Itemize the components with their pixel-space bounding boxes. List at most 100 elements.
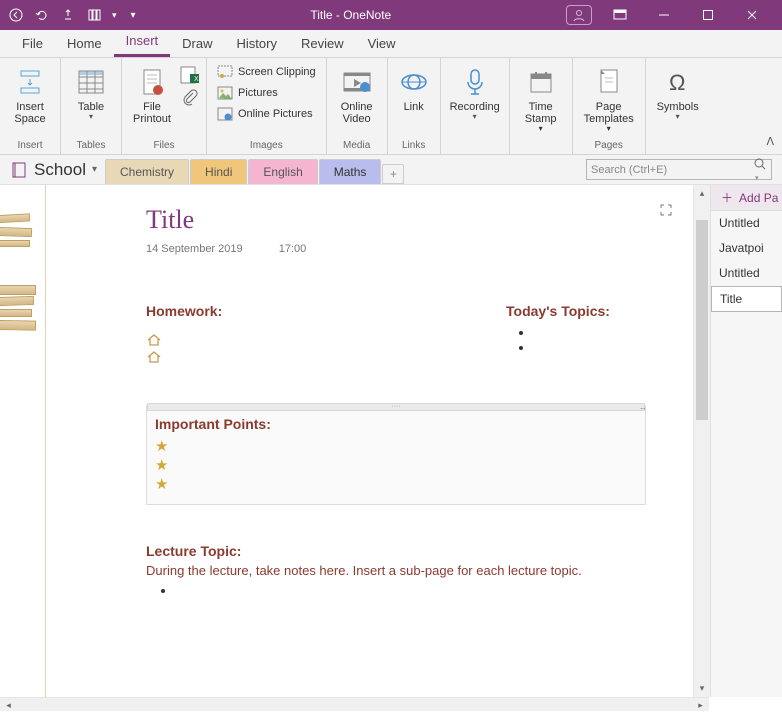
undo-icon[interactable] (34, 7, 50, 23)
container-resize-icon[interactable]: ↔ (639, 403, 647, 412)
section-hindi[interactable]: Hindi (190, 159, 247, 184)
house-icon (146, 333, 162, 347)
section-maths[interactable]: Maths (319, 159, 382, 184)
notebook-selector[interactable]: School ▾ (10, 160, 97, 180)
section-tabs: Chemistry Hindi English Maths + (105, 155, 404, 184)
group-pages-label: Pages (594, 138, 622, 154)
maximize-icon[interactable] (686, 0, 730, 30)
page-templates-icon (593, 66, 625, 98)
group-links-label: Links (402, 138, 425, 154)
time-stamp-button[interactable]: Time Stamp▾ (516, 62, 566, 134)
scroll-down-icon[interactable]: ▾ (694, 680, 710, 697)
page-margin (0, 185, 46, 697)
group-recording-label (473, 138, 476, 154)
collapse-ribbon-icon[interactable]: ᐱ (766, 135, 774, 148)
file-printout-button[interactable]: File Printout (128, 62, 176, 125)
fullscreen-icon[interactable] (659, 203, 675, 219)
group-tables-label: Tables (77, 138, 106, 154)
page-list-item[interactable]: Javatpoi (711, 236, 782, 261)
section-chemistry[interactable]: Chemistry (105, 159, 189, 184)
file-printout-icon (136, 66, 168, 98)
homework-list[interactable] (146, 333, 162, 367)
topics-list[interactable] (534, 325, 538, 355)
search-icon: ▾ (753, 157, 767, 183)
homework-heading[interactable]: Homework: (146, 303, 222, 319)
symbols-icon: Ω (662, 66, 694, 98)
topics-heading[interactable]: Today's Topics: (506, 303, 610, 319)
page-time[interactable]: 17:00 (279, 243, 307, 255)
scroll-left-icon[interactable]: ◂ (0, 698, 17, 711)
tab-draw[interactable]: Draw (170, 32, 224, 57)
dock-icon[interactable] (86, 7, 102, 23)
time-stamp-icon (525, 66, 557, 98)
online-pictures-icon (217, 106, 233, 122)
online-pictures-button[interactable]: Online Pictures (213, 104, 320, 124)
group-insert-label: Insert (17, 138, 42, 154)
insert-space-button[interactable]: Insert Space (6, 62, 54, 125)
file-attachment-button[interactable] (180, 88, 200, 106)
plus-icon: ＋ (721, 189, 733, 206)
page-title[interactable]: Title (146, 205, 194, 235)
group-media-label: Media (343, 138, 370, 154)
online-video-icon (341, 66, 373, 98)
notebook-bar: School ▾ Chemistry Hindi English Maths +… (0, 155, 782, 185)
touch-mode-icon[interactable] (60, 7, 76, 23)
screen-clipping-icon (217, 64, 233, 80)
add-page-button[interactable]: ＋ Add Pa (711, 185, 782, 211)
tab-view[interactable]: View (356, 32, 408, 57)
important-points-heading[interactable]: Important Points: (155, 416, 637, 432)
vertical-scrollbar[interactable]: ▴ ▾ (693, 185, 710, 697)
back-icon[interactable] (8, 7, 24, 23)
page-list-panel: ＋ Add Pa Untitled Javatpoi Untitled Titl… (710, 185, 782, 697)
svg-text:Ω: Ω (669, 70, 685, 95)
menu-tabs: File Home Insert Draw History Review Vie… (0, 30, 782, 58)
ribbon-display-icon[interactable] (598, 0, 642, 30)
minimize-icon[interactable] (642, 0, 686, 30)
lecture-topic-body[interactable]: During the lecture, take notes here. Ins… (146, 563, 636, 578)
page-list-item[interactable]: Untitled (711, 211, 782, 236)
search-placeholder: Search (Ctrl+E) (591, 164, 667, 176)
online-video-button[interactable]: Online Video (333, 62, 381, 125)
tab-history[interactable]: History (225, 32, 289, 57)
close-icon[interactable] (730, 0, 774, 30)
horizontal-scrollbar[interactable]: ◂ ▸ (0, 697, 709, 711)
insert-space-icon (14, 66, 46, 98)
star-icon: ★ (155, 457, 637, 476)
house-icon (146, 350, 162, 364)
tab-home[interactable]: Home (55, 32, 114, 57)
page-list-item[interactable]: Untitled (711, 261, 782, 286)
pictures-icon (217, 85, 233, 101)
table-button[interactable]: Table (67, 62, 115, 122)
scroll-right-icon[interactable]: ▸ (692, 698, 709, 711)
page-date[interactable]: 14 September 2019 (146, 243, 243, 255)
add-page-label: Add Pa (739, 191, 778, 205)
container-handle[interactable]: ···· (147, 403, 645, 411)
group-images-label: Images (250, 138, 283, 154)
scroll-thumb[interactable] (696, 220, 708, 420)
pictures-button[interactable]: Pictures (213, 83, 320, 103)
section-english[interactable]: English (248, 159, 317, 184)
tab-review[interactable]: Review (289, 32, 356, 57)
link-button[interactable]: Link (394, 62, 434, 113)
note-container[interactable]: ···· ↔ Important Points: ★ ★ ★ (146, 405, 646, 505)
search-input[interactable]: Search (Ctrl+E) ▾ (586, 159, 772, 180)
recording-button[interactable]: Recording (447, 62, 503, 122)
page-list-item[interactable]: Title (711, 286, 782, 312)
lecture-topic-heading[interactable]: Lecture Topic: (146, 543, 241, 559)
page-templates-button[interactable]: Page Templates▾ (579, 62, 639, 134)
scroll-up-icon[interactable]: ▴ (694, 185, 710, 202)
star-icon: ★ (155, 476, 637, 495)
page-canvas[interactable]: Title 14 September 2019 17:00 Homework: … (46, 185, 693, 697)
content-area: Title 14 September 2019 17:00 Homework: … (0, 185, 782, 697)
spreadsheet-button[interactable]: X (180, 66, 200, 84)
star-icon: ★ (155, 438, 637, 457)
account-icon[interactable] (566, 5, 592, 25)
lecture-bullets[interactable] (176, 583, 180, 598)
tab-insert[interactable]: Insert (114, 29, 171, 57)
tab-file[interactable]: File (10, 32, 55, 57)
symbols-button[interactable]: Ω Symbols (652, 62, 704, 122)
link-icon (398, 66, 430, 98)
screen-clipping-button[interactable]: Screen Clipping (213, 62, 320, 82)
recording-icon (459, 66, 491, 98)
add-section-button[interactable]: + (382, 164, 404, 184)
